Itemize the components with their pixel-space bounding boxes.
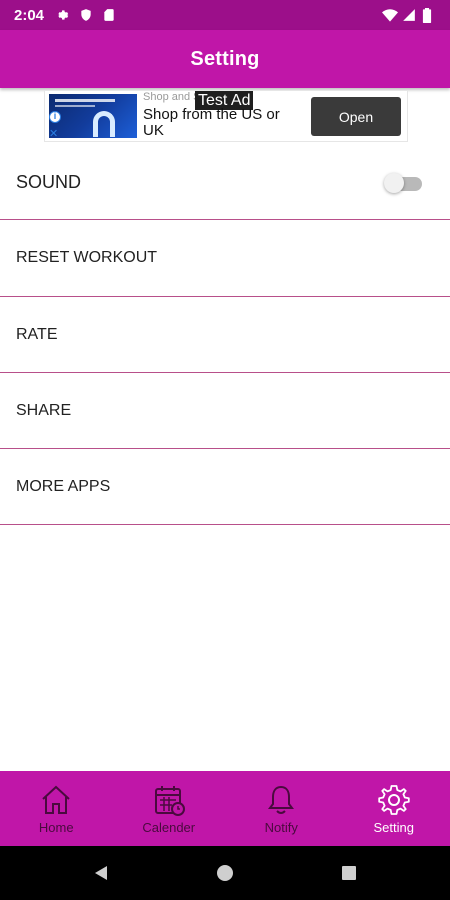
sound-toggle[interactable] <box>384 172 422 193</box>
sd-card-icon <box>102 8 116 22</box>
settings-item-label: RATE <box>16 325 58 343</box>
home-circle-icon <box>217 865 233 881</box>
settings-item-label: MORE APPS <box>16 477 111 495</box>
ad-open-button[interactable]: Open <box>311 97 401 136</box>
settings-item-label: SHARE <box>16 401 72 419</box>
signal-icon <box>402 8 416 22</box>
gear-icon <box>378 785 410 815</box>
ad-image[interactable] <box>49 94 137 138</box>
toggle-thumb[interactable] <box>384 173 404 193</box>
nav-item-home[interactable]: Home <box>0 771 113 846</box>
nav-label: Calender <box>142 820 196 835</box>
bottom-nav: Home Calender Notify Setting <box>0 771 450 846</box>
settings-list: SOUND RESET WORKOUT RATE SHARE MORE APPS <box>0 145 450 525</box>
system-nav-bar <box>0 846 450 900</box>
nav-label: Setting <box>373 820 414 835</box>
ad-close-icon[interactable]: ✕ <box>49 127 58 140</box>
settings-item-rate[interactable]: RATE <box>0 297 450 373</box>
settings-item-label: RESET WORKOUT <box>16 249 158 266</box>
nav-label: Home <box>38 820 74 835</box>
back-icon <box>95 866 107 880</box>
ad-info-icon[interactable]: i <box>49 111 61 123</box>
settings-item-label: SOUND <box>16 171 82 192</box>
settings-item-reset-workout[interactable]: RESET WORKOUT <box>0 220 450 297</box>
home-icon <box>42 785 70 814</box>
nav-item-calendar[interactable]: Calender <box>113 771 226 846</box>
nav-item-setting[interactable]: Setting <box>338 771 450 846</box>
ad-banner[interactable]: i ✕ Shop and S Test Ad Shop from the US … <box>44 90 408 142</box>
status-time: 2:04 <box>14 6 45 24</box>
page-title: Setting <box>190 47 260 70</box>
back-button[interactable] <box>39 864 163 882</box>
settings-item-sound[interactable]: SOUND <box>0 145 450 220</box>
app-bar: Setting <box>0 30 450 88</box>
nav-item-notify[interactable]: Notify <box>225 771 338 846</box>
settings-item-more-apps[interactable]: MORE APPS <box>0 449 450 525</box>
recents-icon <box>342 866 356 880</box>
battery-icon <box>422 8 436 23</box>
shield-icon <box>79 8 93 22</box>
calendar-icon <box>154 786 185 816</box>
wifi-icon <box>382 8 398 22</box>
settings-item-share[interactable]: SHARE <box>0 373 450 449</box>
ad-source: Shop and S <box>143 91 201 103</box>
settings-gear-icon <box>56 8 70 22</box>
home-button[interactable] <box>163 864 287 882</box>
ad-headline[interactable]: Shop from the US or UK <box>143 107 299 139</box>
status-bar: 2:04 <box>0 0 450 30</box>
nav-label: Notify <box>264 820 298 835</box>
bell-icon <box>268 785 295 814</box>
recents-button[interactable] <box>287 865 411 881</box>
